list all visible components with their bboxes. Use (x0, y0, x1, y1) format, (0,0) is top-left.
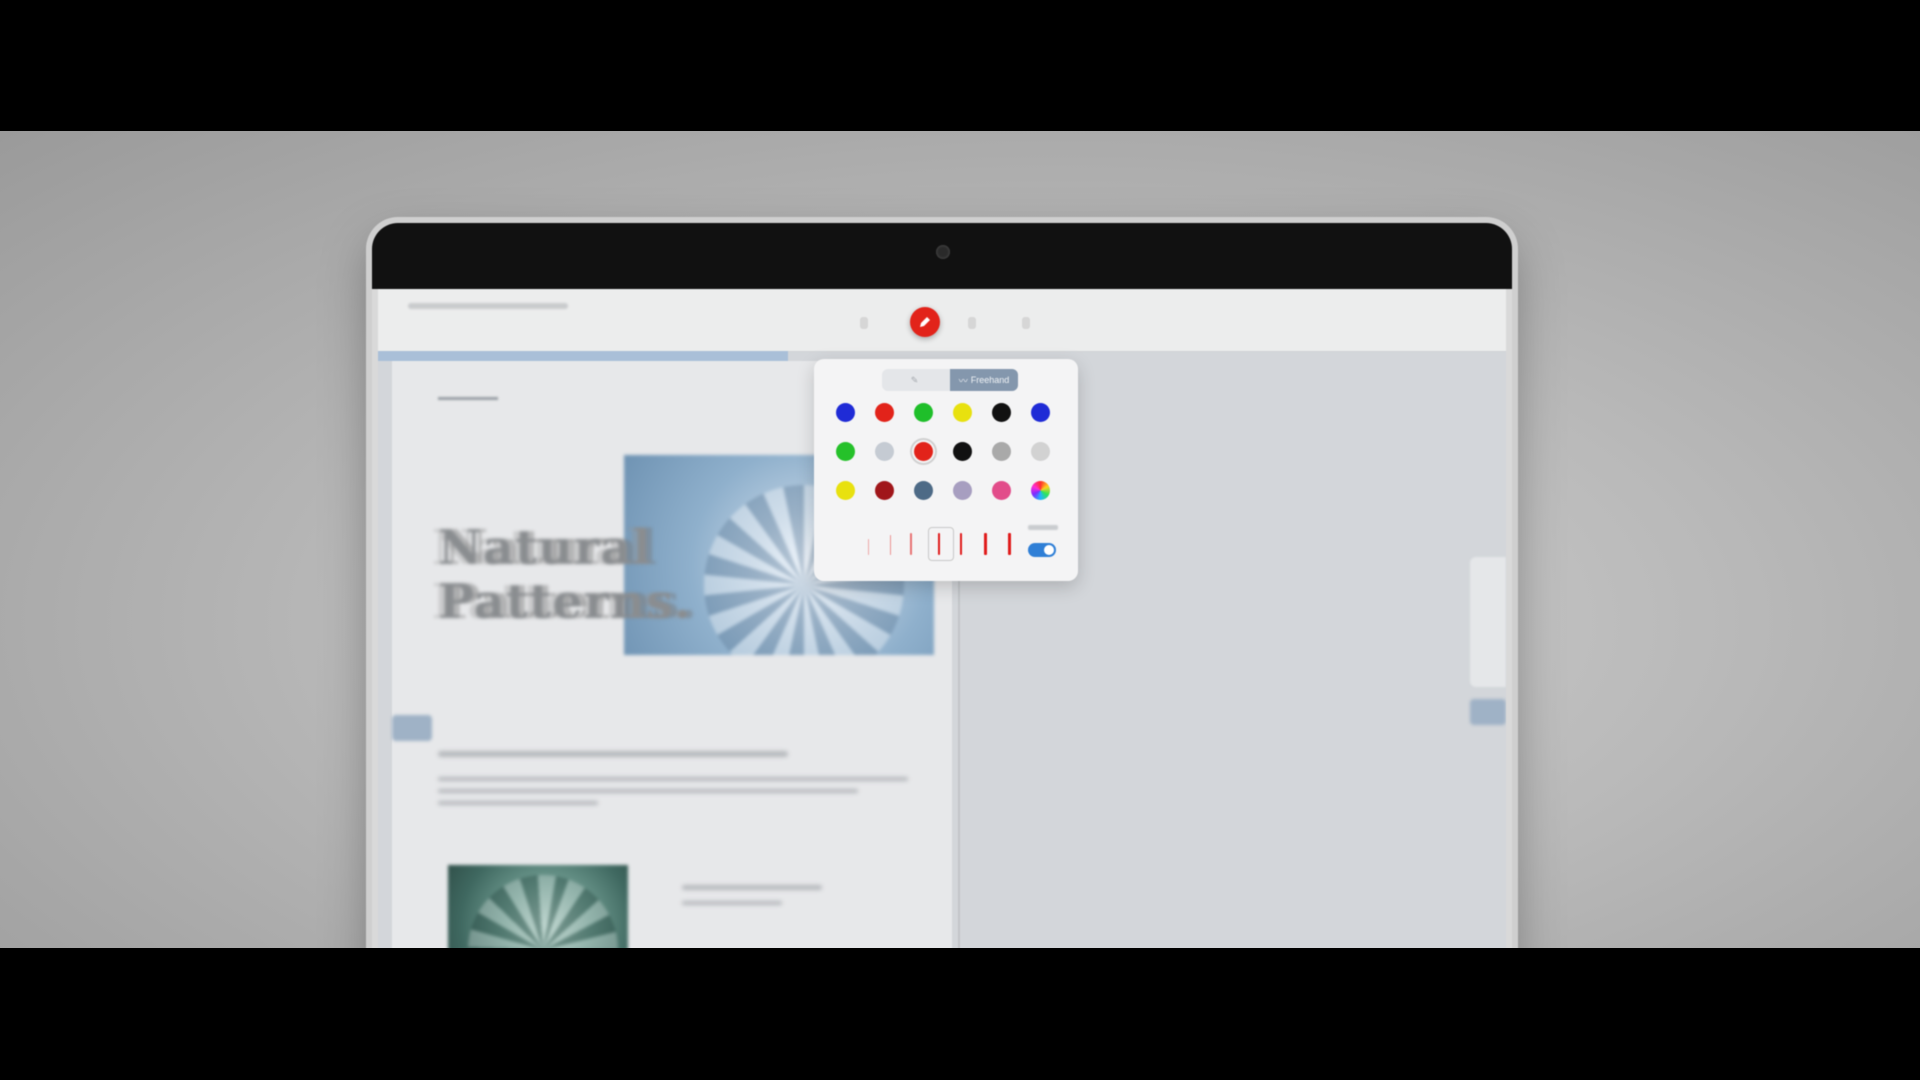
body-text-line (438, 777, 908, 781)
toolbar-icon[interactable] (1022, 317, 1030, 329)
stroke-option[interactable] (984, 533, 987, 555)
color-swatch[interactable] (914, 481, 933, 500)
body-text-line (438, 801, 598, 805)
toolbar-icon[interactable] (860, 317, 868, 329)
color-swatch[interactable] (953, 442, 972, 461)
color-swatch[interactable] (875, 442, 894, 461)
mode-label: Freehand (970, 375, 1010, 385)
toolbar-icon[interactable] (968, 317, 976, 329)
color-swatch[interactable] (836, 442, 855, 461)
body-text-line (438, 789, 858, 793)
palette-toggle[interactable] (1028, 543, 1056, 557)
left-edge-button[interactable] (392, 715, 432, 741)
subtitle-text (438, 751, 788, 757)
device-bezel (372, 223, 1512, 289)
color-swatch[interactable] (992, 403, 1011, 422)
stroke-option-selected[interactable] (938, 533, 940, 555)
pen-tilt-icon: ✎ (910, 374, 919, 385)
caption-text (682, 901, 782, 905)
progress-strip (378, 351, 788, 361)
color-swatch-grid (836, 403, 1056, 500)
tablet-device: Natural Patterns. ✎ 〰 Freehand (372, 223, 1512, 948)
side-panel-tab[interactable] (1470, 557, 1506, 687)
tablet-screen: Natural Patterns. ✎ 〰 Freehand (378, 289, 1506, 948)
color-swatch[interactable] (953, 403, 972, 422)
stroke-option[interactable] (890, 535, 891, 555)
color-swatch[interactable] (836, 403, 855, 422)
stroke-option[interactable] (868, 539, 869, 555)
color-swatch[interactable] (875, 403, 894, 422)
color-swatch[interactable] (836, 481, 855, 500)
mode-freehand-button[interactable]: 〰 Freehand (950, 369, 1018, 391)
stroke-option[interactable] (1008, 533, 1011, 555)
camera-icon (936, 245, 950, 259)
browser-toolbar (378, 289, 1506, 352)
custom-color-icon[interactable] (1031, 481, 1050, 500)
hero-title: Natural Patterns. (438, 520, 692, 630)
stroke-option[interactable] (910, 533, 912, 555)
mode-toggle: ✎ 〰 Freehand (882, 369, 1018, 391)
page-header-rule (438, 397, 498, 400)
letterbox-bottom (0, 948, 1920, 1080)
color-swatch[interactable] (875, 481, 894, 500)
drawing-palette: ✎ 〰 Freehand (814, 359, 1078, 581)
color-swatch[interactable] (1031, 403, 1050, 422)
color-swatch[interactable] (992, 442, 1011, 461)
pen-tool-button[interactable] (910, 307, 940, 337)
letterbox-top (0, 0, 1920, 131)
pen-icon (920, 317, 930, 327)
scene: Natural Patterns. ✎ 〰 Freehand (0, 131, 1920, 948)
address-bar[interactable] (408, 303, 568, 309)
color-swatch[interactable] (992, 481, 1011, 500)
thumbnail-image (448, 865, 628, 948)
freehand-icon: 〰 (958, 375, 968, 386)
color-swatch[interactable] (1031, 442, 1050, 461)
stroke-width-picker (862, 527, 1032, 561)
stroke-selected-frame (928, 527, 954, 561)
caption-text (682, 885, 822, 890)
toggle-label (1028, 525, 1058, 530)
color-swatch[interactable] (953, 481, 972, 500)
color-swatch[interactable] (914, 442, 933, 461)
mode-pen-button[interactable]: ✎ (882, 369, 950, 391)
side-panel-button[interactable] (1470, 699, 1506, 725)
color-swatch[interactable] (914, 403, 933, 422)
stroke-option[interactable] (960, 533, 962, 555)
